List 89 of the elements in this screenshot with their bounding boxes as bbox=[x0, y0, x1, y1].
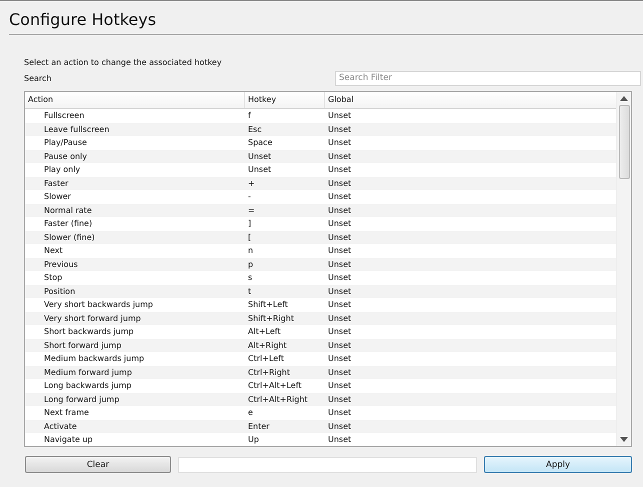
table-cell-text: Navigate up bbox=[43, 434, 94, 446]
table-cell-text: Long backwards jump bbox=[43, 380, 132, 392]
table-cell-text: Unset bbox=[327, 380, 352, 392]
table-cell-text: Unset bbox=[247, 150, 272, 162]
table-cell-text: Unset bbox=[327, 191, 352, 203]
table-cell-text: Position bbox=[43, 286, 76, 298]
table-cell-text: Unset bbox=[327, 204, 352, 216]
table-cell-text: t bbox=[247, 286, 252, 298]
table-cell-text: ] bbox=[247, 218, 252, 230]
table-cell-text: Ctrl+Alt+Right bbox=[247, 394, 309, 406]
column-header[interactable]: Global bbox=[325, 92, 616, 108]
scroll-thumb[interactable] bbox=[618, 105, 630, 179]
table-cell-text: - bbox=[247, 191, 252, 203]
table-cell-text: Unset bbox=[327, 394, 352, 406]
table-cell-text: Unset bbox=[327, 407, 352, 419]
table-cell-text: Short backwards jump bbox=[43, 326, 135, 338]
table-cell-text: Unset bbox=[327, 245, 352, 257]
table-cell-text: Medium backwards jump bbox=[43, 353, 146, 365]
search-label: Search bbox=[24, 74, 52, 82]
table-cell-text: Shift+Left bbox=[247, 299, 289, 311]
table-cell-text: Enter bbox=[247, 420, 270, 432]
table-cell-text: Unset bbox=[327, 218, 352, 230]
table-cell-text: e bbox=[247, 407, 254, 419]
table-cell-text: Pause only bbox=[43, 150, 88, 163]
column-header[interactable]: Hotkey bbox=[245, 92, 325, 108]
clear-button[interactable]: Clear bbox=[25, 456, 171, 473]
table-cell-text: Very short forward jump bbox=[43, 312, 142, 325]
table-cell-text: Up bbox=[247, 434, 260, 446]
table-cell-text: Normal rate bbox=[43, 204, 93, 216]
table-cell-text: Unset bbox=[327, 353, 352, 365]
table-cell-text: Unset bbox=[327, 366, 352, 378]
table-cell-text: Fullscreen bbox=[43, 110, 86, 122]
scroll-down-icon[interactable] bbox=[620, 437, 628, 442]
table-cell-text: n bbox=[247, 245, 254, 257]
table-cell-text: Alt+Left bbox=[247, 326, 282, 338]
table-cell-text: Slower bbox=[43, 191, 72, 203]
table-cell-text: Next frame bbox=[43, 407, 90, 419]
table-cell-text: [ bbox=[247, 232, 252, 244]
hotkey-input-field[interactable] bbox=[178, 456, 477, 472]
apply-button[interactable]: Apply bbox=[484, 456, 632, 473]
table-cell-text: Faster bbox=[43, 178, 70, 190]
table-cell-text: Unset bbox=[327, 326, 352, 338]
scroll-up-icon[interactable] bbox=[620, 96, 628, 101]
dialog-title: Configure Hotkeys bbox=[9, 9, 158, 31]
table-cell-text: Faster (fine) bbox=[43, 218, 94, 230]
table-cell-text: Leave fullscreen bbox=[43, 124, 110, 136]
table-cell-text: Play/Pause bbox=[43, 137, 88, 149]
table-cell-text: Alt+Right bbox=[247, 340, 288, 352]
table-cell-text: Ctrl+Left bbox=[247, 353, 285, 365]
column-header[interactable]: Action bbox=[25, 92, 245, 108]
table-cell-text: Next bbox=[43, 245, 64, 257]
table-cell-text: Esc bbox=[247, 124, 263, 136]
table-cell-text: Long forward jump bbox=[43, 394, 120, 406]
table-cell-text: f bbox=[247, 110, 252, 122]
table-cell-text: Unset bbox=[327, 137, 352, 149]
table-cell-text: Unset bbox=[327, 299, 352, 311]
scrollbar[interactable] bbox=[616, 92, 631, 446]
table-cell-text: Short forward jump bbox=[43, 340, 122, 352]
table-cell-text: Unset bbox=[327, 420, 352, 432]
table-cell-text: Unset bbox=[327, 232, 352, 244]
table-cell-text: Unset bbox=[327, 258, 352, 270]
table-cell-text: s bbox=[247, 272, 254, 284]
table-cell-text: + bbox=[247, 178, 256, 190]
table-cell-text: Unset bbox=[327, 312, 352, 324]
table-cell-text: Unset bbox=[327, 272, 352, 284]
table-cell-text: Unset bbox=[327, 110, 352, 122]
table-cell-text: Unset bbox=[247, 164, 272, 176]
table-cell-text: Activate bbox=[43, 420, 78, 432]
table-cell-text: Ctrl+Right bbox=[247, 366, 292, 379]
table-cell-text: Unset bbox=[327, 286, 352, 298]
table-cell-text: Very short backwards jump bbox=[43, 299, 154, 311]
table-cell-text: Shift+Right bbox=[247, 312, 295, 325]
table-cell-text: p bbox=[247, 258, 254, 271]
table-cell-text: Unset bbox=[327, 340, 352, 352]
table-cell-text: Unset bbox=[327, 124, 352, 136]
table-cell-text: Stop bbox=[43, 272, 64, 284]
table-cell-text: Medium forward jump bbox=[43, 366, 133, 379]
table-cell-text: Unset bbox=[327, 434, 352, 446]
table-cell-text: Previous bbox=[43, 258, 79, 270]
table-cell-text: Unset bbox=[327, 164, 352, 176]
table-cell-text: Space bbox=[247, 137, 274, 149]
table-cell-text: Unset bbox=[327, 150, 352, 162]
table-cell-text: Unset bbox=[327, 178, 352, 190]
table-cell-text: Play only bbox=[43, 164, 82, 176]
search-field[interactable]: Search Filter bbox=[335, 70, 641, 86]
table-cell-text: = bbox=[247, 204, 256, 216]
instruction-text: Select an action to change the associated hotkey bbox=[24, 57, 223, 69]
table-cell-text: Ctrl+Alt+Left bbox=[247, 380, 303, 392]
table-cell-text: Slower (fine) bbox=[43, 232, 96, 244]
